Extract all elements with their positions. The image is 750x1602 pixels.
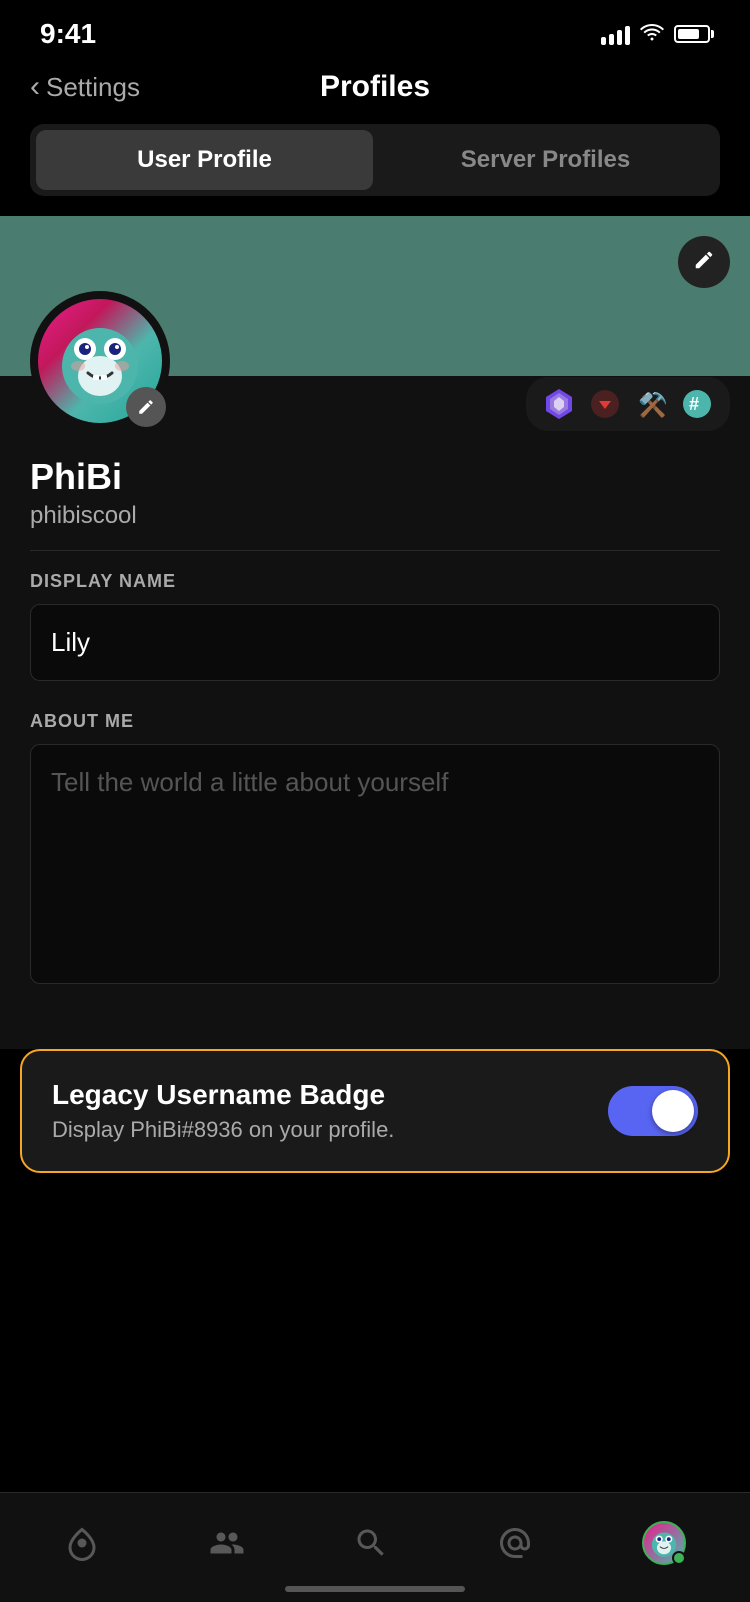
page-title: Profiles [320, 70, 430, 104]
back-chevron-icon: ‹ [30, 70, 40, 104]
badge-downvote [586, 385, 624, 423]
nav-search[interactable] [353, 1525, 389, 1561]
edit-pencil-icon [693, 249, 715, 276]
badge-hash: # [678, 385, 716, 423]
svg-text:⚒️: ⚒️ [638, 391, 666, 419]
toggle-thumb [652, 1090, 694, 1132]
nav-mention[interactable] [497, 1525, 533, 1561]
svg-text:#: # [689, 394, 699, 414]
avatar-container [30, 291, 170, 431]
signal-icon [601, 23, 630, 45]
home-indicator [285, 1586, 465, 1592]
nav-friends[interactable] [209, 1525, 245, 1561]
display-name-label: DISPLAY NAME [30, 571, 720, 592]
about-me-label: ABOUT ME [30, 711, 720, 732]
profile-display-name: PhiBi [30, 456, 720, 498]
status-icons [601, 21, 710, 47]
legacy-badge-description: Display PhiBi#8936 on your profile. [52, 1117, 588, 1143]
edit-banner-button[interactable] [678, 236, 730, 288]
tab-server-profiles[interactable]: Server Profiles [377, 130, 714, 190]
divider [30, 550, 720, 551]
status-time: 9:41 [40, 18, 96, 50]
display-name-input[interactable] [30, 604, 720, 681]
nav-home[interactable] [64, 1525, 100, 1561]
back-label: Settings [46, 72, 140, 103]
nav-bar: ‹ Settings Profiles [0, 60, 750, 124]
legacy-badge-toggle[interactable] [608, 1086, 698, 1136]
legacy-badge-card: Legacy Username Badge Display PhiBi#8936… [20, 1049, 730, 1173]
badge-hammer: ⚒️ [632, 385, 670, 423]
avatar-edit-button[interactable] [126, 387, 166, 427]
profile-card: PhiBi phibiscool DISPLAY NAME ABOUT ME [0, 376, 750, 1049]
wifi-icon [640, 21, 664, 47]
battery-icon [674, 25, 710, 43]
tabs-container: User Profile Server Profiles [30, 124, 720, 196]
about-me-textarea[interactable] [30, 744, 720, 984]
back-button[interactable]: ‹ Settings [30, 70, 140, 104]
tab-user-profile[interactable]: User Profile [36, 130, 373, 190]
profile-handle: phibiscool [30, 502, 720, 530]
legacy-badge-title: Legacy Username Badge [52, 1079, 588, 1111]
badge-crystal [540, 385, 578, 423]
status-bar: 9:41 [0, 0, 750, 60]
profile-banner: ⚒️ # [0, 216, 750, 376]
badges-row: ⚒️ # [526, 377, 730, 431]
nav-profile[interactable] [642, 1521, 686, 1565]
toggle-track[interactable] [608, 1086, 698, 1136]
legacy-badge-text: Legacy Username Badge Display PhiBi#8936… [52, 1079, 588, 1143]
